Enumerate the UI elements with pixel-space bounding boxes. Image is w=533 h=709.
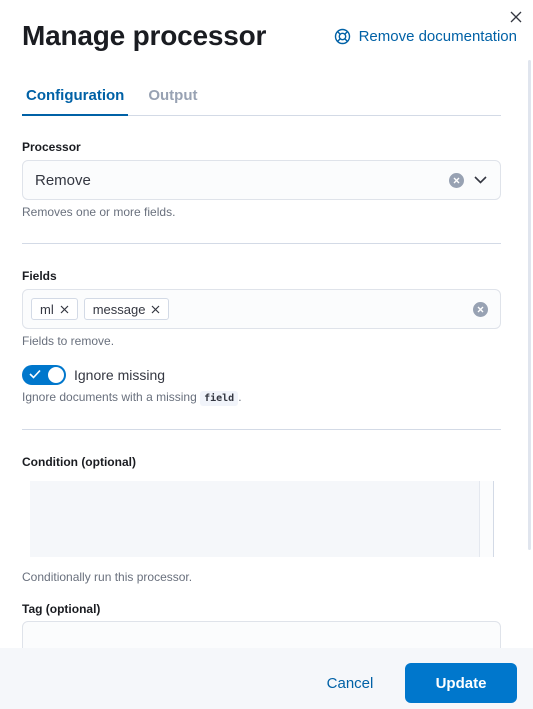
check-icon: [29, 369, 41, 379]
divider: [22, 243, 501, 244]
ignore-missing-help-suffix: .: [238, 390, 242, 404]
documentation-link[interactable]: Remove documentation: [334, 28, 517, 45]
editor-scrollbar[interactable]: [479, 481, 493, 557]
clear-icon[interactable]: [449, 172, 464, 188]
fields-label: Fields: [22, 269, 57, 283]
tab-configuration[interactable]: Configuration: [22, 86, 129, 116]
toggle-knob: [47, 366, 65, 384]
documentation-link-label: Remove documentation: [358, 27, 517, 45]
flyout-scrollbar[interactable]: [528, 60, 531, 550]
clear-icon[interactable]: [473, 301, 488, 317]
tab-bar: Configuration Output: [22, 86, 501, 116]
condition-code-editor[interactable]: [30, 481, 494, 557]
field-pill-label: ml: [40, 301, 54, 317]
flyout-header: Manage processor Remove documentation: [22, 20, 517, 52]
field-pill: message: [83, 298, 170, 320]
ignore-missing-help: Ignore documents with a missing field.: [22, 390, 242, 406]
page-title: Manage processor: [22, 20, 267, 51]
cancel-button[interactable]: Cancel: [316, 663, 384, 703]
code-field: field: [200, 391, 239, 406]
condition-label: Condition (optional): [22, 455, 136, 469]
remove-pill-icon[interactable]: [60, 305, 69, 314]
ignore-missing-label: Ignore missing: [74, 367, 166, 383]
divider: [22, 429, 501, 430]
chevron-down-icon[interactable]: [472, 172, 488, 188]
ignore-missing-row: Ignore missing: [22, 365, 165, 385]
fields-help: Fields to remove.: [22, 334, 115, 348]
lifebuoy-icon: [334, 28, 350, 44]
tab-output[interactable]: Output: [144, 86, 201, 116]
condition-help: Conditionally run this processor.: [22, 570, 193, 584]
processor-label: Processor: [22, 140, 81, 154]
processor-select[interactable]: Remove: [22, 160, 501, 200]
field-pill: ml: [31, 298, 78, 320]
processor-select-value: Remove: [35, 171, 91, 189]
ignore-missing-toggle[interactable]: [22, 365, 66, 385]
field-pill-label: message: [92, 301, 146, 317]
flyout-footer: Cancel Update: [0, 648, 533, 709]
processor-help: Removes one or more fields.: [22, 205, 176, 219]
update-button[interactable]: Update: [405, 663, 517, 703]
tag-label: Tag (optional): [22, 602, 101, 616]
remove-pill-icon[interactable]: [151, 305, 160, 314]
fields-combobox[interactable]: ml message: [22, 289, 501, 329]
ignore-missing-help-text: Ignore documents with a missing: [22, 390, 197, 404]
